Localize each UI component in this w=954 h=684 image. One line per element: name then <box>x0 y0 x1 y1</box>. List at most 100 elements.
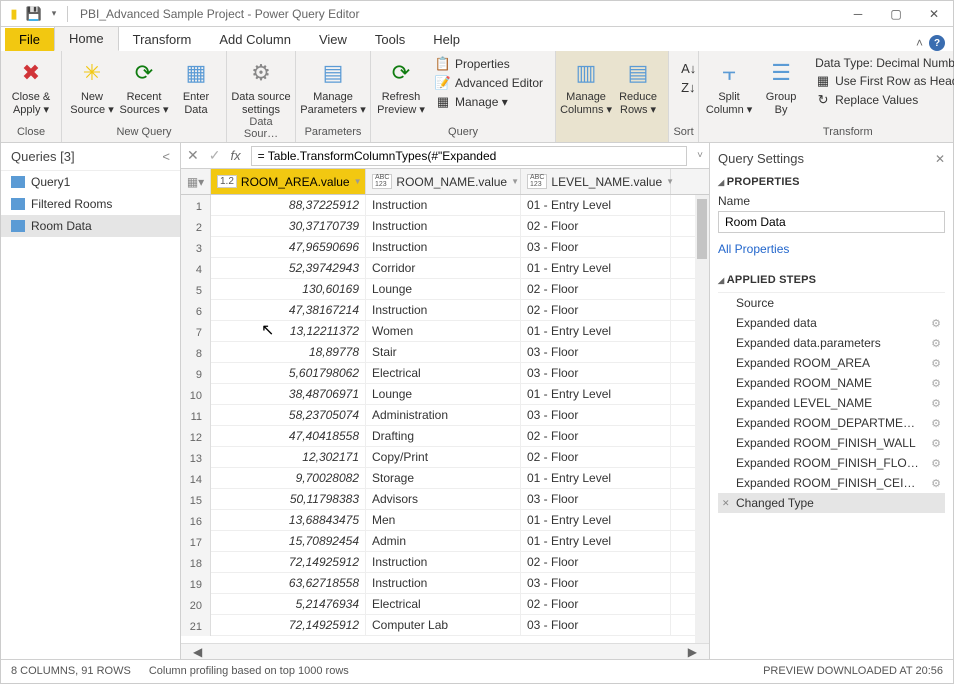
sort-asc-button[interactable]: A↓ <box>677 59 690 77</box>
advanced-editor-button[interactable]: 📝Advanced Editor <box>431 74 547 92</box>
applied-step[interactable]: Expanded data.parameters⚙ <box>718 333 945 353</box>
data-type-button[interactable]: Data Type: Decimal Number ▾ <box>811 55 954 71</box>
row-header[interactable]: 9 <box>181 363 211 384</box>
table-row[interactable]: 1613,68843475Men01 - Entry Level <box>181 510 709 531</box>
row-header[interactable]: 20 <box>181 594 211 615</box>
applied-step[interactable]: Expanded ROOM_FINISH_FLO…⚙ <box>718 453 945 473</box>
row-header[interactable]: 14 <box>181 468 211 489</box>
cell-name[interactable]: Women <box>366 321 521 341</box>
gear-icon[interactable]: ⚙ <box>931 477 941 490</box>
tab-tools[interactable]: Tools <box>361 28 419 51</box>
close-settings-icon[interactable]: ✕ <box>935 152 945 166</box>
table-row[interactable]: 149,70028082Storage01 - Entry Level <box>181 468 709 489</box>
column-header-level-name[interactable]: ABC123LEVEL_NAME.value▼ <box>521 169 671 194</box>
enter-data-button[interactable]: ▦Enter Data <box>170 53 222 126</box>
table-row[interactable]: 1963,62718558Instruction03 - Floor <box>181 573 709 594</box>
expand-fx-icon[interactable]: ˅ <box>697 150 703 161</box>
cell-level[interactable]: 01 - Entry Level <box>521 510 671 530</box>
gear-icon[interactable]: ⚙ <box>931 397 941 410</box>
gear-icon[interactable]: ⚙ <box>931 457 941 470</box>
cell-name[interactable]: Lounge <box>366 279 521 299</box>
row-header[interactable]: 21 <box>181 615 211 636</box>
new-source-button[interactable]: ✳New Source ▾ <box>66 53 118 126</box>
minimize-button[interactable]: ─ <box>839 1 877 27</box>
table-row[interactable]: 818,89778Stair03 - Floor <box>181 342 709 363</box>
row-header[interactable]: 11 <box>181 405 211 426</box>
column-header-room-name[interactable]: ABC123ROOM_NAME.value▼ <box>366 169 521 194</box>
tab-view[interactable]: View <box>305 28 361 51</box>
table-row[interactable]: 230,37170739Instruction02 - Floor <box>181 216 709 237</box>
cell-level[interactable]: 01 - Entry Level <box>521 531 671 551</box>
properties-button[interactable]: 📋Properties <box>431 55 547 73</box>
gear-icon[interactable]: ⚙ <box>931 437 941 450</box>
cell-name[interactable]: Instruction <box>366 237 521 257</box>
cell-area[interactable]: 38,48706971 <box>211 384 366 404</box>
cell-name[interactable]: Storage <box>366 468 521 488</box>
horizontal-scrollbar[interactable]: ◀▶ <box>181 643 709 659</box>
table-row[interactable]: 347,96590696Instruction03 - Floor <box>181 237 709 258</box>
cell-name[interactable]: Instruction <box>366 195 521 215</box>
table-row[interactable]: 1872,14925912Instruction02 - Floor <box>181 552 709 573</box>
cell-area[interactable]: 63,62718558 <box>211 573 366 593</box>
cell-level[interactable]: 02 - Floor <box>521 447 671 467</box>
close-apply-button[interactable]: ✖Close & Apply ▾ <box>5 53 57 126</box>
table-row[interactable]: 647,38167214Instruction02 - Floor <box>181 300 709 321</box>
row-header[interactable]: 4 <box>181 258 211 279</box>
cell-area[interactable]: 18,89778 <box>211 342 366 362</box>
table-row[interactable]: 2172,14925912Computer Lab03 - Floor <box>181 615 709 636</box>
table-row[interactable]: 1158,23705074Administration03 - Floor <box>181 405 709 426</box>
row-header[interactable]: 17 <box>181 531 211 552</box>
row-header[interactable]: 7 <box>181 321 211 342</box>
vertical-scrollbar[interactable] <box>695 195 709 643</box>
cell-level[interactable]: 01 - Entry Level <box>521 195 671 215</box>
applied-steps-section[interactable]: APPLIED STEPS <box>718 268 945 288</box>
row-header[interactable]: 3 <box>181 237 211 258</box>
cell-area[interactable]: 88,37225912 <box>211 195 366 215</box>
split-column-button[interactable]: ⫟Split Column ▾ <box>703 53 755 126</box>
replace-values-button[interactable]: ↻Replace Values <box>811 91 954 109</box>
collapse-ribbon-icon[interactable]: ˄ <box>916 36 923 50</box>
cell-name[interactable]: Administration <box>366 405 521 425</box>
row-header[interactable]: 15 <box>181 489 211 510</box>
table-row[interactable]: 205,21476934Electrical02 - Floor <box>181 594 709 615</box>
group-by-button[interactable]: ☰Group By <box>755 53 807 126</box>
cell-level[interactable]: 03 - Floor <box>521 615 671 635</box>
table-row[interactable]: 1312,302171Copy/Print02 - Floor <box>181 447 709 468</box>
gear-icon[interactable]: ⚙ <box>931 377 941 390</box>
close-button[interactable]: ✕ <box>915 1 953 27</box>
first-row-headers-button[interactable]: ▦Use First Row as Headers ▾ <box>811 72 954 90</box>
manage-parameters-button[interactable]: ▤Manage Parameters ▾ <box>300 53 366 126</box>
cell-name[interactable]: Electrical <box>366 363 521 383</box>
cell-area[interactable]: 13,68843475 <box>211 510 366 530</box>
cell-area[interactable]: 15,70892454 <box>211 531 366 551</box>
cell-level[interactable]: 01 - Entry Level <box>521 384 671 404</box>
qat-chevron-icon[interactable]: ▾ <box>45 5 63 23</box>
cell-area[interactable]: 58,23705074 <box>211 405 366 425</box>
table-row[interactable]: 1550,11798383Advisors03 - Floor <box>181 489 709 510</box>
applied-step[interactable]: Expanded ROOM_FINISH_CEI…⚙ <box>718 473 945 493</box>
table-row[interactable]: 95,601798062Electrical03 - Floor <box>181 363 709 384</box>
cell-level[interactable]: 03 - Floor <box>521 363 671 383</box>
applied-step[interactable]: Expanded ROOM_NAME⚙ <box>718 373 945 393</box>
cell-level[interactable]: 03 - Floor <box>521 237 671 257</box>
table-row[interactable]: 1247,40418558Drafting02 - Floor <box>181 426 709 447</box>
cell-area[interactable]: 130,60169 <box>211 279 366 299</box>
manage-button[interactable]: ▦Manage ▾ <box>431 93 547 111</box>
cell-name[interactable]: Drafting <box>366 426 521 446</box>
applied-step[interactable]: Source <box>718 293 945 313</box>
data-source-settings-button[interactable]: ⚙Data source settings <box>231 53 291 116</box>
all-properties-link[interactable]: All Properties <box>718 236 789 258</box>
cell-level[interactable]: 03 - Floor <box>521 342 671 362</box>
applied-step[interactable]: Expanded ROOM_DEPARTME…⚙ <box>718 413 945 433</box>
column-header-room-area[interactable]: 1.2ROOM_AREA.value▼ <box>211 169 366 194</box>
row-header[interactable]: 10 <box>181 384 211 405</box>
properties-section[interactable]: PROPERTIES <box>718 170 945 190</box>
cell-level[interactable]: 02 - Floor <box>521 279 671 299</box>
cell-name[interactable]: Instruction <box>366 573 521 593</box>
table-row[interactable]: 188,37225912Instruction01 - Entry Level <box>181 195 709 216</box>
row-header[interactable]: 5 <box>181 279 211 300</box>
cell-name[interactable]: Copy/Print <box>366 447 521 467</box>
cell-name[interactable]: Admin <box>366 531 521 551</box>
cell-name[interactable]: Corridor <box>366 258 521 278</box>
query-item[interactable]: Filtered Rooms <box>1 193 180 215</box>
